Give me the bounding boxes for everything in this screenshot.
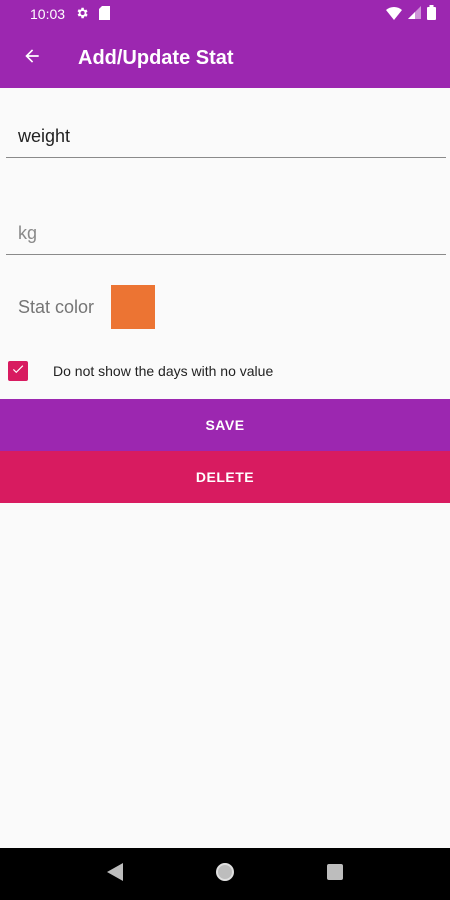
delete-button-label: DELETE <box>195 469 255 485</box>
wifi-icon <box>386 6 402 23</box>
stat-color-row: Stat color <box>18 284 156 330</box>
stat-color-swatch[interactable] <box>111 285 156 329</box>
arrow-back-icon <box>22 46 42 71</box>
checkmark-icon <box>11 362 25 381</box>
back-button[interactable] <box>0 28 64 88</box>
recents-square-icon <box>327 863 343 885</box>
stat-color-label: Stat color <box>18 296 95 317</box>
delete-button[interactable]: DELETE <box>0 451 450 503</box>
nav-back-button[interactable] <box>95 854 135 894</box>
battery-icon <box>427 5 436 23</box>
stat-unit-input[interactable] <box>6 223 446 254</box>
home-circle-icon <box>215 862 235 887</box>
nav-home-button[interactable] <box>205 854 245 894</box>
hide-empty-days-row: Do not show the days with no value <box>8 358 273 384</box>
status-right <box>386 5 436 23</box>
hide-empty-days-checkbox[interactable] <box>8 361 28 381</box>
sd-card-icon <box>99 5 111 23</box>
gear-icon <box>75 6 89 23</box>
stat-name-field <box>6 108 446 158</box>
nav-recents-button[interactable] <box>315 854 355 894</box>
system-nav-bar <box>0 848 450 900</box>
status-bar: 10:03 <box>0 0 450 28</box>
status-time: 10:03 <box>30 6 66 22</box>
stat-unit-field <box>6 204 446 255</box>
status-left: 10:03 <box>30 5 111 23</box>
save-button-label: SAVE <box>205 417 245 433</box>
back-triangle-icon <box>107 862 123 886</box>
hide-empty-days-label: Do not show the days with no value <box>53 363 274 379</box>
stat-name-input[interactable] <box>6 126 446 157</box>
page-title: Add/Update Stat <box>78 46 234 69</box>
app-bar: Add/Update Stat <box>0 28 450 88</box>
save-button[interactable]: SAVE <box>0 399 450 451</box>
signal-icon <box>408 6 421 22</box>
